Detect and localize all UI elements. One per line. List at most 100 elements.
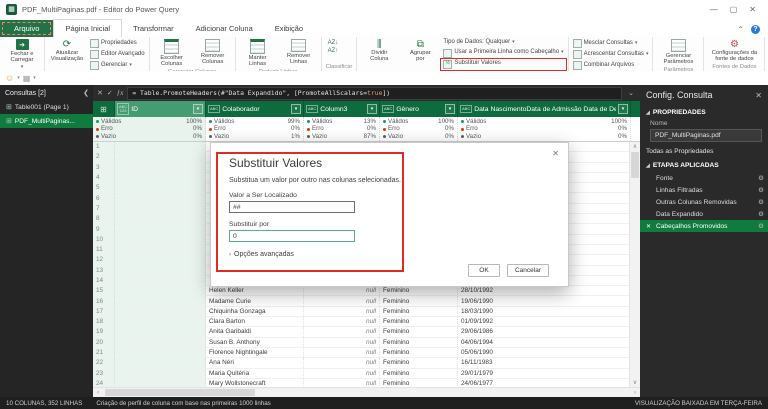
keep-rows-button[interactable]: Manter Linhas [238,38,278,68]
cell[interactable]: null [304,307,380,316]
query-name-field[interactable]: PDF_MultiPaginas.pdf [650,129,762,142]
sort-ascending-icon[interactable]: AZ↓ [328,40,339,46]
gear-icon[interactable]: ⚙ [758,174,764,182]
tab-transformar[interactable]: Transformar [122,20,185,37]
cell-id[interactable] [115,327,206,336]
cell[interactable]: Ana Néri [206,358,304,367]
column-header[interactable]: ABCColumn3▾ [304,101,380,117]
cell-id[interactable] [115,245,206,254]
cell-id[interactable] [115,348,206,357]
mini-chart-icon[interactable]: ▦ [23,74,31,83]
applied-step-item[interactable]: ✕Cabeçalhos Promovidos⚙ [640,220,768,232]
column-header[interactable]: ABCData NascimentoData de Admissão Data … [458,101,631,117]
tab-adicionar-coluna[interactable]: Adicionar Coluna [185,20,264,37]
cell[interactable]: Clara Barton [206,317,304,326]
cell-id[interactable] [115,296,206,305]
dialog-close-icon[interactable]: ✕ [552,149,559,158]
cell-id[interactable] [115,152,206,161]
delete-step-icon[interactable]: ✕ [646,223,651,230]
cell-id[interactable] [115,369,206,378]
cell[interactable]: Feminino [380,286,458,295]
cell[interactable]: Feminino [380,338,458,347]
all-properties-link[interactable]: Todas as Propriedades [640,144,768,157]
cell-id[interactable] [115,379,206,387]
cell-id[interactable] [115,163,206,172]
tab-pagina-inicial[interactable]: Página Inicial [53,19,122,38]
sort-descending-icon[interactable]: AZ↑ [328,48,339,54]
cell[interactable]: 29/06/1986 [458,327,631,336]
remove-rows-button[interactable]: Remover Linhas [279,38,319,66]
filter-dropdown-icon[interactable]: ▾ [618,104,628,114]
cell-id[interactable] [115,255,206,264]
cell[interactable]: Feminino [380,307,458,316]
gear-icon[interactable]: ⚙ [758,198,764,206]
split-column-button[interactable]: ⫼ Dividir Coluna [359,38,399,63]
cell[interactable]: 01/09/1992 [458,317,631,326]
applied-steps-section-header[interactable]: ◢ ETAPAS APLICADAS [640,157,768,171]
applied-step-item[interactable]: Linhas Filtradas⚙ [640,184,768,196]
cell[interactable]: null [304,327,380,336]
collapse-ribbon-icon[interactable]: ⌃ [737,25,744,34]
maximize-icon[interactable]: ▢ [730,5,738,14]
gear-icon[interactable]: ⚙ [758,222,764,230]
cell[interactable]: null [304,286,380,295]
replace-value-input[interactable] [229,230,355,242]
manage-parameters-button[interactable]: Gerenciar Parâmetros [655,38,701,66]
cell-id[interactable] [115,358,206,367]
gear-icon[interactable]: ⚙ [758,210,764,218]
append-queries-button[interactable]: Acrescentar Consultas ▾ [571,49,651,60]
group-by-button[interactable]: ⧉ Agrupar por [400,38,440,63]
cell-id[interactable] [115,338,206,347]
advanced-options-link[interactable]: ›Opções avançadas [229,251,294,258]
applied-step-item[interactable]: Outras Colunas Removidas⚙ [640,196,768,208]
cell[interactable]: 24/06/1977 [458,379,631,387]
scroll-right-icon[interactable]: › [630,390,640,396]
cell[interactable]: Feminino [380,348,458,357]
query-list-item[interactable]: ⊞PDF_MultiPaginas... [0,114,93,128]
cell-id[interactable] [115,286,206,295]
cell-id[interactable] [115,214,206,223]
properties-button[interactable]: Propriedades [88,38,147,49]
formula-check-icon[interactable]: ✓ [107,89,113,97]
manage-button[interactable]: Gerenciar ▾ [88,60,147,71]
cell-id[interactable] [115,224,206,233]
cell-id[interactable] [115,204,206,213]
cell[interactable]: null [304,296,380,305]
properties-section-header[interactable]: ◢ PROPRIEDADES [640,104,768,118]
scroll-up-icon[interactable]: ∧ [630,142,640,151]
cell[interactable]: 19/06/1990 [458,296,631,305]
tab-arquivo[interactable]: Arquivo [0,20,53,37]
cell[interactable]: Susan B. Anthony [206,338,304,347]
ok-button[interactable]: OK [468,264,500,277]
gear-icon[interactable]: ⚙ [758,186,764,194]
filter-dropdown-icon[interactable]: ▾ [291,104,301,114]
column-header[interactable]: ABCGênero▾ [380,101,458,117]
cell[interactable]: Feminino [380,327,458,336]
cell[interactable]: Anita Garibaldi [206,327,304,336]
filter-dropdown-icon[interactable]: ▾ [445,104,455,114]
applied-step-item[interactable]: Fonte⚙ [640,172,768,184]
cell[interactable]: Feminino [380,379,458,387]
cell-id[interactable] [115,235,206,244]
cell[interactable]: null [304,379,380,387]
cell-id[interactable] [115,173,206,182]
cell-id[interactable] [115,183,206,192]
filter-dropdown-icon[interactable]: ▾ [193,104,203,114]
cell[interactable]: Maria Quitéria [206,369,304,378]
collapse-queries-panel-icon[interactable]: ❮ [83,89,89,97]
cell[interactable]: Madame Curie [206,296,304,305]
cell-id[interactable] [115,276,206,285]
cell-id[interactable] [115,193,206,202]
formula-input[interactable]: = Table.PromoteHeaders(#"Data Expandido"… [127,87,622,100]
horizontal-scrollbar[interactable]: ‹ › [93,387,640,397]
cell[interactable]: 16/11/1983 [458,358,631,367]
cell[interactable]: Florence Nightingale [206,348,304,357]
merge-queries-button[interactable]: Mesclar Consultas ▾ [571,38,651,49]
filter-dropdown-icon[interactable]: ▾ [367,104,377,114]
cell[interactable]: 04/06/1994 [458,338,631,347]
horizontal-scroll-thumb[interactable] [105,389,255,396]
cell[interactable]: Helen Keller [206,286,304,295]
cell-id[interactable] [115,142,206,151]
column-header[interactable]: ABCColaborador▾ [206,101,304,117]
find-value-input[interactable] [229,201,355,213]
